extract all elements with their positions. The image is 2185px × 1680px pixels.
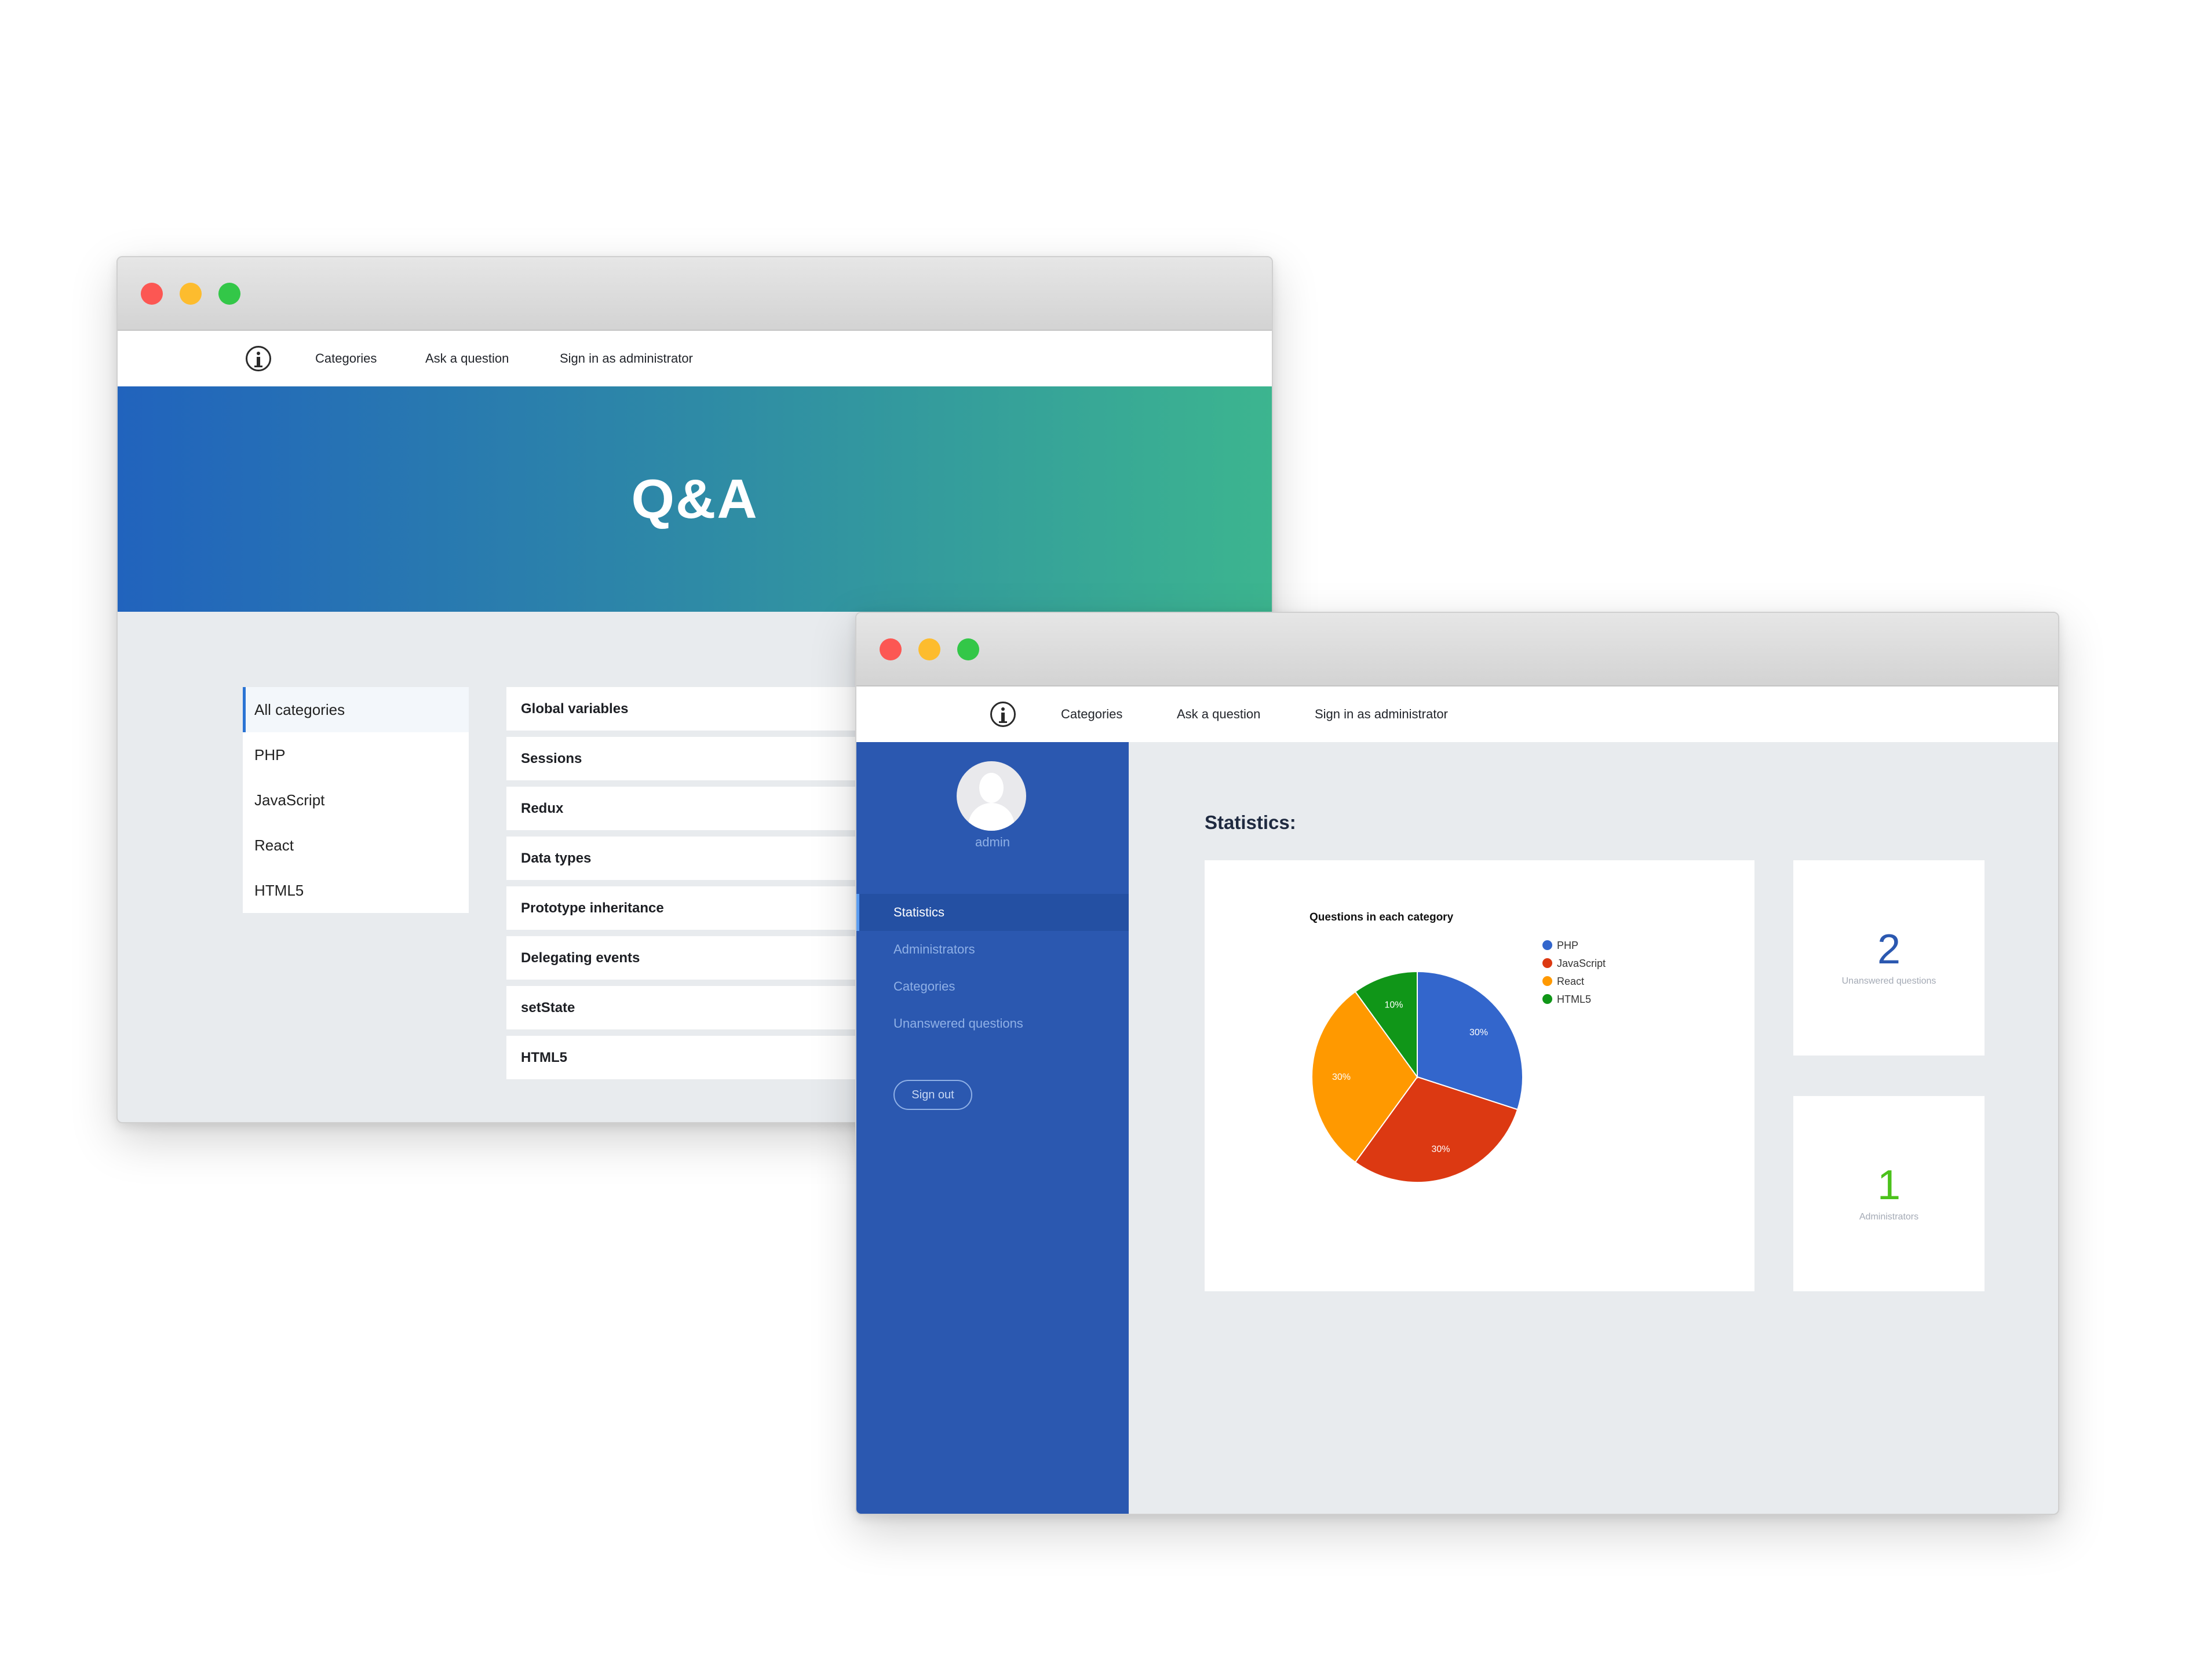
sign-out-button[interactable]: Sign out (893, 1080, 972, 1110)
administrators-card: 1 Administrators (1793, 1096, 1985, 1291)
screenshot-stage: Categories Ask a question Sign in as adm… (0, 0, 2185, 1680)
top-navbar: Categories Ask a question Sign in as adm… (856, 686, 2058, 742)
window-titlebar (118, 257, 1272, 331)
nav-link-ask-question[interactable]: Ask a question (1177, 686, 1260, 742)
question-item[interactable]: Data types (506, 837, 912, 880)
close-window-button[interactable] (141, 283, 163, 305)
pie-chart: 30% 30% 30% 10% (1311, 970, 1523, 1183)
category-item-javascript[interactable]: JavaScript (243, 777, 469, 823)
question-item[interactable]: setState (506, 986, 912, 1029)
sidebar-item-administrators[interactable]: Administrators (856, 931, 1129, 968)
maximize-window-button[interactable] (957, 638, 979, 660)
nav-link-categories[interactable]: Categories (315, 331, 377, 386)
category-item-all[interactable]: All categories (243, 687, 469, 732)
legend-label: HTML5 (1557, 994, 1592, 1005)
pie-chart-card: Questions in each category 30% 30% 30% 10% … (1205, 860, 1754, 1291)
legend-item-react: React (1542, 973, 1584, 990)
nav-link-sign-in-admin[interactable]: Sign in as administrator (560, 331, 693, 386)
legend-swatch (1542, 958, 1552, 968)
legend-item-html5: HTML5 (1542, 991, 1591, 1008)
legend-swatch (1542, 940, 1552, 950)
administrators-count: 1 (1877, 1162, 1901, 1208)
admin-sidebar: admin Statistics Administrators Categori… (856, 742, 1129, 1514)
page-title: Q&A (631, 468, 758, 530)
maximize-window-button[interactable] (218, 283, 240, 305)
admin-browser-window: Categories Ask a question Sign in as adm… (855, 612, 2059, 1515)
username-label: admin (975, 835, 1010, 849)
pie-slice-label: 10% (1384, 1000, 1403, 1010)
pie-slice-label: 30% (1469, 1028, 1488, 1038)
window-titlebar (856, 613, 2058, 686)
question-item[interactable]: HTML5 (506, 1036, 912, 1079)
close-window-button[interactable] (880, 638, 902, 660)
unanswered-questions-card: 2 Unanswered questions (1793, 860, 1985, 1056)
legend-swatch (1542, 976, 1552, 986)
legend-swatch (1542, 994, 1552, 1004)
category-item-php[interactable]: PHP (243, 732, 469, 777)
nav-link-categories[interactable]: Categories (1061, 686, 1122, 742)
administrators-label: Administrators (1859, 1212, 1919, 1222)
info-icon[interactable] (246, 346, 271, 371)
nav-link-sign-in-admin[interactable]: Sign in as administrator (1315, 686, 1448, 742)
minimize-window-button[interactable] (180, 283, 202, 305)
pie-slice-label: 30% (1431, 1145, 1450, 1155)
avatar (957, 761, 1026, 831)
hero-banner: Q&A (118, 386, 1272, 612)
statistics-heading: Statistics: (1205, 812, 1296, 833)
info-icon[interactable] (990, 702, 1016, 727)
legend-label: React (1557, 976, 1585, 987)
minimize-window-button[interactable] (918, 638, 940, 660)
legend-label: JavaScript (1557, 958, 1606, 969)
question-item[interactable]: Redux (506, 787, 912, 830)
sidebar-item-categories[interactable]: Categories (856, 968, 1129, 1005)
sidebar-item-unanswered-questions[interactable]: Unanswered questions (856, 1005, 1129, 1042)
category-item-html5[interactable]: HTML5 (243, 868, 469, 913)
legend-item-php: PHP (1542, 937, 1578, 954)
top-navbar: Categories Ask a question Sign in as adm… (118, 331, 1272, 386)
pie-slice-label: 30% (1332, 1072, 1351, 1082)
legend-label: PHP (1557, 940, 1579, 951)
sidebar-item-statistics[interactable]: Statistics (856, 894, 1129, 931)
category-item-react[interactable]: React (243, 823, 469, 868)
unanswered-questions-label: Unanswered questions (1841, 976, 1936, 986)
category-list: All categories PHP JavaScript React HTML… (243, 687, 469, 913)
legend-item-javascript: JavaScript (1542, 955, 1606, 972)
question-item[interactable]: Delegating events (506, 936, 912, 980)
question-item[interactable]: Prototype inheritance (506, 886, 912, 930)
question-item[interactable]: Global variables (506, 687, 912, 731)
unanswered-questions-count: 2 (1877, 926, 1901, 973)
question-item[interactable]: Sessions (506, 737, 912, 780)
nav-link-ask-question[interactable]: Ask a question (425, 331, 509, 386)
